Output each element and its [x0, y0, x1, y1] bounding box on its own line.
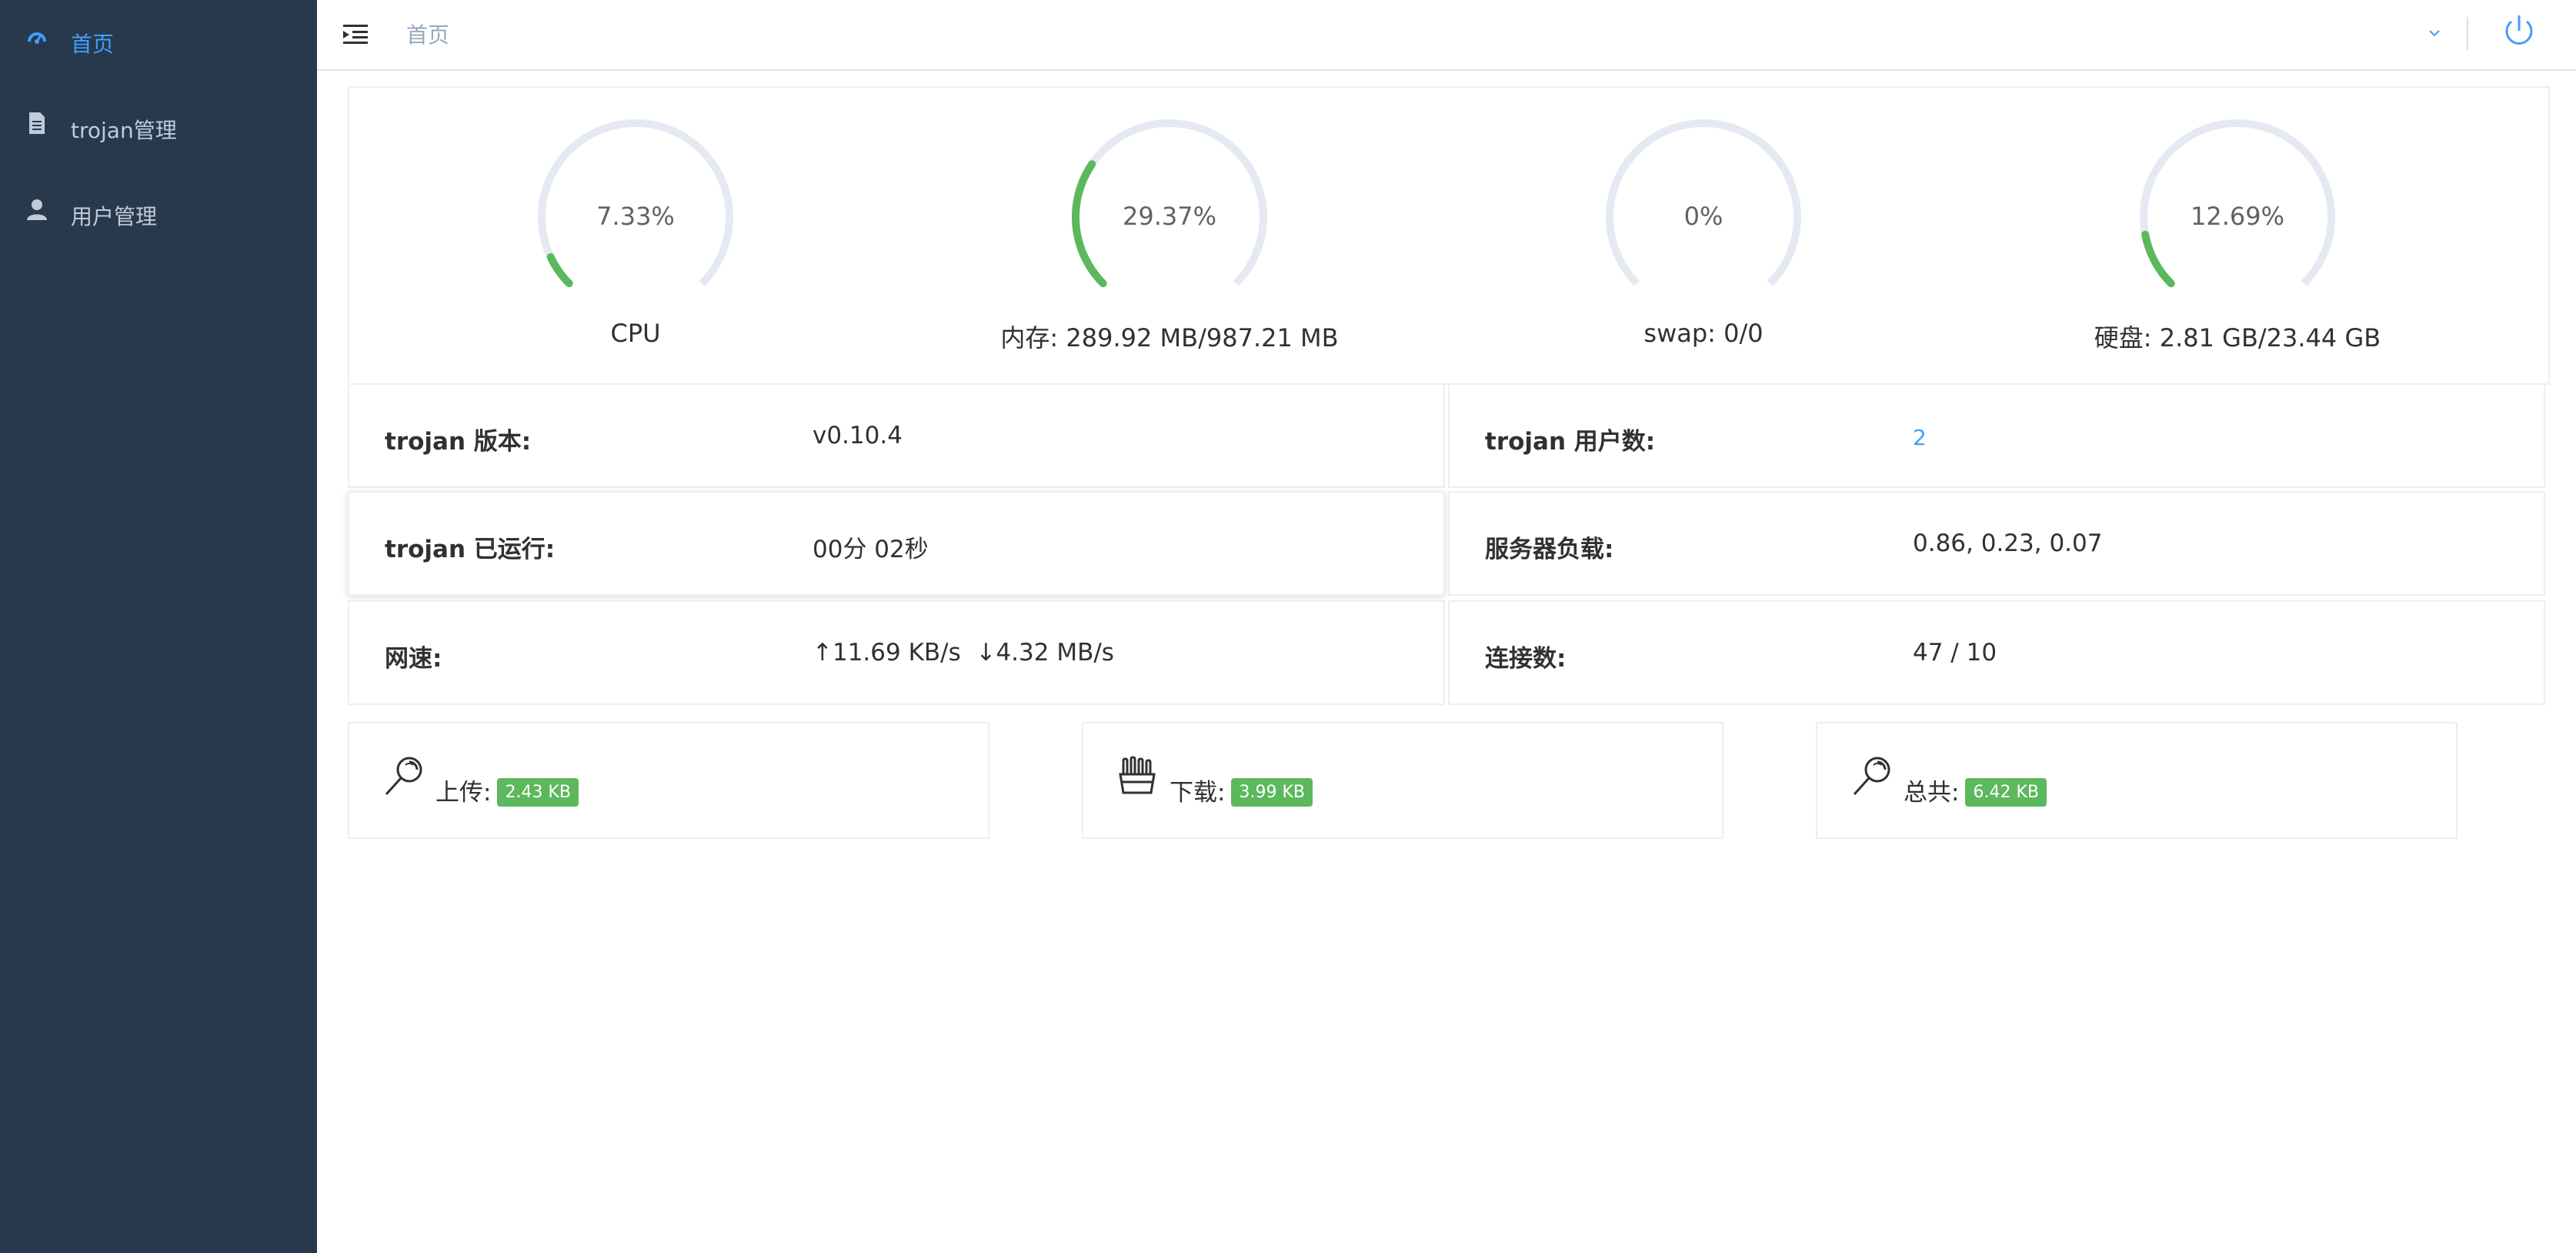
gauge-caption: 内存: 289.92 MB/987.21 MB	[1000, 323, 1339, 353]
total-card: 总共: 6.42 KB	[1816, 722, 2458, 839]
info-connections: 连接数: 47 / 10	[1448, 600, 2545, 705]
swap-gauge: 0% swap: 0/0	[1417, 115, 1956, 369]
power-icon[interactable]	[2501, 12, 2538, 49]
upload-label-text: 上传:	[435, 779, 492, 807]
chevron-down-icon[interactable]	[2425, 23, 2444, 42]
gauge-percent: 29.37%	[1122, 202, 1216, 231]
info-version: trojan 版本: v0.10.4	[348, 383, 1445, 488]
total-label-text: 总共:	[1904, 779, 1960, 807]
info-value: v0.10.4	[813, 422, 903, 449]
info-uptime: trojan 已运行: 00分 02秒	[348, 491, 1445, 596]
info-label: trojan 版本:	[385, 428, 532, 456]
info-label: 服务器负载:	[1485, 536, 1614, 563]
total-tag: 6.42 KB	[1965, 778, 2047, 807]
user-count-link[interactable]: 2	[1913, 425, 1927, 450]
info-label: trojan 用户数:	[1485, 428, 1656, 456]
gauge-caption: CPU	[610, 319, 661, 348]
info-value: 00分 02秒	[813, 536, 929, 563]
download-label: 下载: 3.99 KB	[1170, 773, 1313, 808]
download-tag: 3.99 KB	[1231, 778, 1313, 807]
divider	[2467, 17, 2468, 51]
total-label: 总共: 6.42 KB	[1904, 773, 2047, 808]
dashboard-icon	[28, 32, 46, 44]
info-label: 连接数:	[1485, 645, 1567, 673]
sidebar-item-label: 用户管理	[71, 204, 158, 229]
cpu-gauge: 7.33% CPU	[349, 115, 888, 369]
lollipop-icon	[385, 757, 422, 796]
fries-icon	[1119, 756, 1156, 794]
user-icon	[27, 199, 47, 220]
breadcrumb[interactable]: 首页	[406, 18, 449, 49]
sidebar-item-label: trojan管理	[71, 118, 177, 143]
download-label-text: 下载:	[1170, 779, 1226, 807]
document-icon	[29, 112, 45, 134]
gauge-percent: 0%	[1683, 202, 1723, 231]
upload-label: 上传: 2.43 KB	[435, 773, 579, 808]
gauge-fill	[546, 252, 573, 288]
gauge-percent: 12.69%	[2190, 202, 2284, 231]
sidebar-item-home[interactable]: 首页	[0, 0, 317, 86]
system-gauges-card: 7.33% CPU 29.37% 内存: 289.92 MB/987.21 MB…	[348, 86, 2550, 385]
info-load: 服务器负载: 0.86, 0.23, 0.07	[1448, 491, 2545, 596]
top-navbar: 首页	[317, 0, 2576, 71]
memory-gauge: 29.37% 内存: 289.92 MB/987.21 MB	[883, 115, 1422, 369]
sidebar-item-label: 首页	[71, 32, 115, 57]
gauge-caption: 硬盘: 2.81 GB/23.44 GB	[2094, 323, 2381, 353]
info-value: ↑11.69 KB/s ↓4.32 MB/s	[813, 639, 1114, 667]
gauge-percent: 7.33%	[596, 202, 675, 231]
upload-tag: 2.43 KB	[497, 778, 579, 807]
info-label: 网速:	[385, 645, 442, 673]
sidebar: 首页 trojan管理 用户管理	[0, 0, 317, 1253]
sidebar-item-users[interactable]: 用户管理	[0, 172, 317, 259]
info-users: trojan 用户数: 2	[1448, 383, 2545, 488]
sidebar-item-trojan[interactable]: trojan管理	[0, 86, 317, 172]
gauge-caption: swap: 0/0	[1643, 319, 1763, 348]
lollipop-icon	[1853, 757, 1890, 796]
gauge-fill	[2141, 230, 2175, 288]
upload-card: 上传: 2.43 KB	[348, 722, 989, 839]
menu-fold-icon[interactable]	[342, 20, 369, 48]
info-value: 0.86, 0.23, 0.07	[1913, 530, 2103, 557]
disk-gauge: 12.69% 硬盘: 2.81 GB/23.44 GB	[1951, 115, 2490, 369]
info-speed: 网速: ↑11.69 KB/s ↓4.32 MB/s	[348, 600, 1445, 705]
info-label: trojan 已运行:	[385, 536, 556, 563]
download-card: 下载: 3.99 KB	[1082, 722, 1723, 839]
info-value: 47 / 10	[1913, 639, 1997, 667]
